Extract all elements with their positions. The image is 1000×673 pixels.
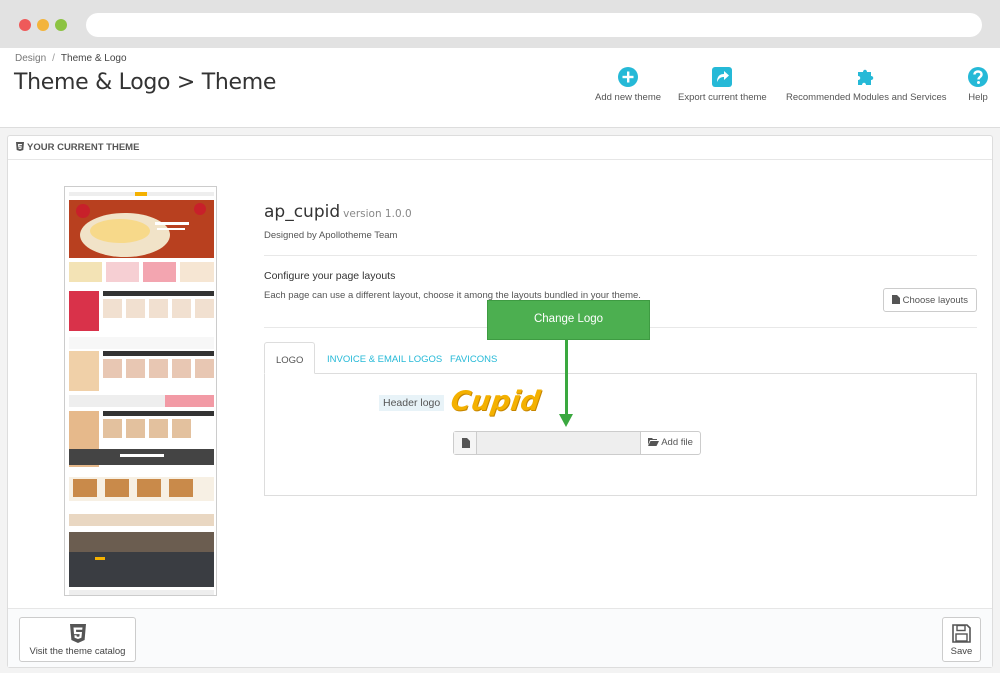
theme-preview-thumbnail [65, 187, 216, 595]
save-button[interactable]: Save [942, 617, 981, 662]
visit-theme-catalog-button[interactable]: Visit the theme catalog [19, 617, 136, 662]
breadcrumb-separator: / [52, 53, 55, 64]
theme-preview-image [64, 186, 217, 596]
share-icon [712, 67, 733, 87]
help-label: Help [968, 92, 988, 103]
file-icon [462, 438, 470, 448]
divider [264, 255, 977, 256]
html5-icon [16, 142, 24, 151]
choose-layouts-label: Choose layouts [902, 295, 969, 306]
logo-file-upload: Add file [453, 431, 701, 455]
arrow-down-icon [559, 414, 573, 427]
change-logo-callout: Change Logo [487, 300, 650, 340]
theme-version: version 1.0.0 [343, 208, 412, 220]
window-minimize-dot[interactable] [37, 19, 49, 31]
puzzle-icon [858, 69, 874, 85]
save-icon [952, 624, 971, 643]
visit-theme-catalog-label: Visit the theme catalog [29, 646, 126, 657]
tab-logo[interactable]: LOGO [264, 342, 316, 374]
logo-tabs: LOGO INVOICE & EMAIL LOGOS FAVICONS [264, 342, 977, 374]
save-label: Save [950, 646, 973, 657]
add-file-label: Add file [661, 437, 693, 448]
file-name-input[interactable] [477, 432, 640, 454]
add-file-button[interactable]: Add file [640, 432, 700, 454]
tab-favicons[interactable]: FAVICONS [450, 342, 497, 374]
header-logo-label: Header logo [379, 395, 445, 411]
header-logo-image: Cupid [448, 386, 543, 417]
tab-invoice-email-logos[interactable]: INVOICE & EMAIL LOGOS [327, 342, 442, 374]
theme-name: ap_cupid version 1.0.0 [264, 202, 412, 222]
recommended-modules-button[interactable]: Recommended Modules and Services [786, 66, 947, 103]
theme-author: Designed by Apollotheme Team [264, 230, 398, 241]
browser-chrome [0, 0, 1000, 48]
current-theme-panel: YOUR CURRENT THEME ap_cupid version 1.0.… [7, 135, 993, 668]
configure-layouts-title: Configure your page layouts [264, 270, 396, 282]
panel-heading: YOUR CURRENT THEME [8, 136, 992, 160]
callout-arrow-line [565, 340, 568, 420]
theme-name-text: ap_cupid [264, 202, 341, 222]
help-button[interactable]: Help [967, 66, 989, 103]
choose-layouts-button[interactable]: Choose layouts [883, 288, 977, 312]
help-icon [968, 67, 988, 87]
html5-icon [69, 624, 86, 643]
window-close-dot[interactable] [19, 19, 31, 31]
panel-footer: Visit the theme catalog Save [8, 608, 992, 667]
breadcrumb: Design / Theme & Logo [15, 53, 127, 64]
page: Design / Theme & Logo Theme & Logo > Theme… [0, 48, 1000, 673]
page-title: Theme & Logo > Theme [14, 70, 277, 95]
file-icon [891, 295, 900, 304]
add-new-theme-button[interactable]: Add new theme [595, 66, 661, 103]
file-addon [454, 432, 477, 454]
folder-open-icon [648, 438, 660, 446]
logo-tab-content: Header logo Cupid Add file [264, 373, 977, 496]
window-maximize-dot[interactable] [55, 19, 67, 31]
export-current-theme-label: Export current theme [678, 92, 767, 103]
page-header: Design / Theme & Logo Theme & Logo > Theme… [0, 48, 1000, 128]
breadcrumb-current: Theme & Logo [60, 53, 127, 64]
panel-heading-label: YOUR CURRENT THEME [27, 142, 140, 153]
export-current-theme-button[interactable]: Export current theme [678, 66, 767, 103]
address-bar[interactable] [86, 13, 982, 37]
breadcrumb-parent[interactable]: Design [15, 53, 46, 64]
add-new-theme-label: Add new theme [595, 92, 662, 103]
plus-circle-icon [618, 67, 638, 87]
recommended-modules-label: Recommended Modules and Services [786, 92, 947, 103]
